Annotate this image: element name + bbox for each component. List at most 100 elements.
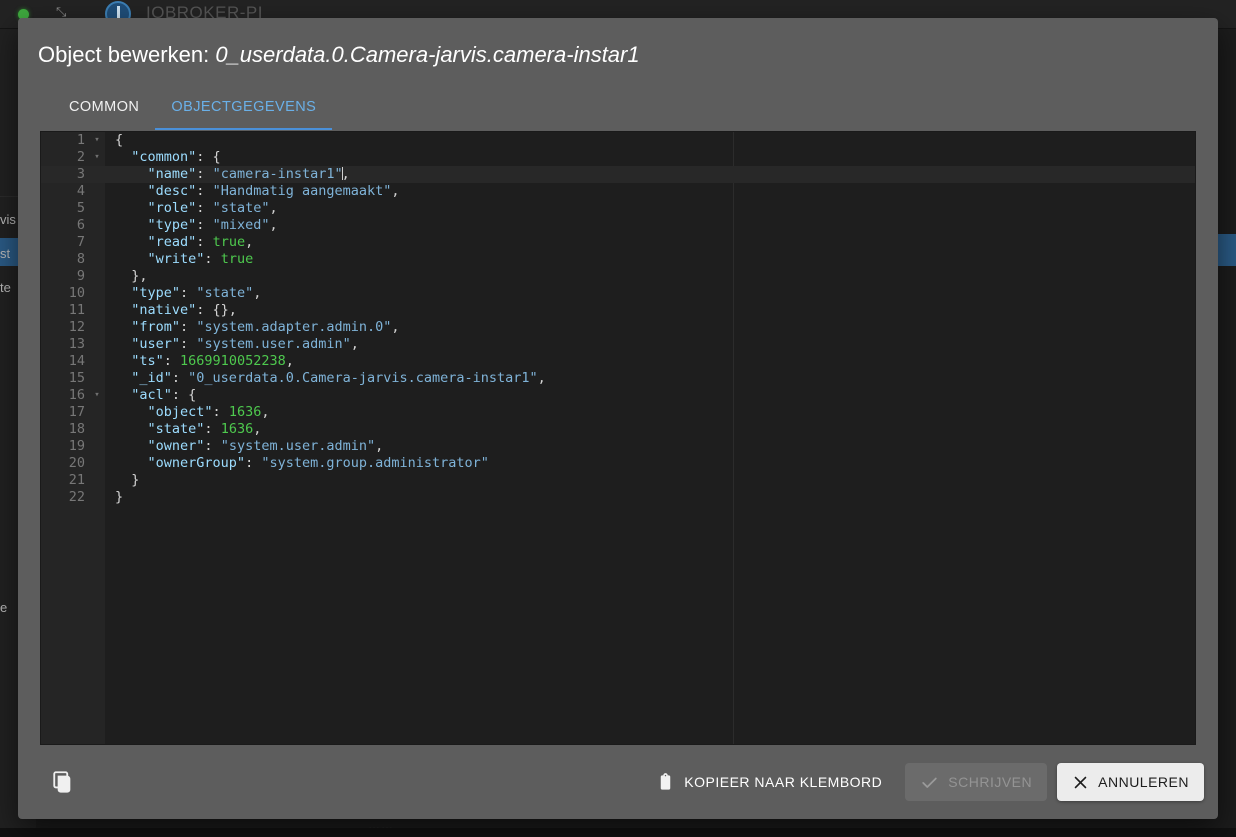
editor-line-number: 6 <box>76 217 85 233</box>
code-token: : <box>196 234 213 250</box>
editor-line-number: 13 <box>68 336 85 352</box>
code-token: : <box>245 455 262 471</box>
cancel-button[interactable]: ANNULEREN <box>1057 763 1204 801</box>
editor-line-text: "ownerGroup": "system.group.administrato… <box>115 455 489 472</box>
edit-object-dialog: Object bewerken: 0_userdata.0.Camera-jar… <box>18 18 1218 819</box>
editor-line-text: "acl": { <box>115 387 196 404</box>
editor-line[interactable]: 11 "native": {}, <box>41 302 1195 319</box>
code-token: "name" <box>147 166 197 182</box>
editor-line[interactable]: 10 "type": "state", <box>41 285 1195 302</box>
code-token: "0_userdata.0.Camera-jarvis.camera-insta… <box>188 370 538 386</box>
editor-line[interactable]: 15 "_id": "0_userdata.0.Camera-jarvis.ca… <box>41 370 1195 387</box>
editor-line-text: "write": true <box>115 251 254 268</box>
code-token: , <box>245 234 254 250</box>
json-editor[interactable]: 1 ▾{2 ▾ "common": {3 "name": "camera-insta… <box>40 131 1196 745</box>
editor-line-number: 2 <box>76 149 85 165</box>
code-token: "state" <box>147 421 205 437</box>
editor-line-number: 16 <box>68 387 85 403</box>
editor-line-text: } <box>115 472 139 489</box>
fold-toggle-icon[interactable]: ▾ <box>91 387 103 404</box>
code-token: , <box>341 166 350 182</box>
editor-line[interactable]: 18 "state": 1636, <box>41 421 1195 438</box>
background-bottom-bar <box>0 828 1236 837</box>
code-token: 1636 <box>220 421 254 437</box>
editor-line-number: 7 <box>76 234 85 250</box>
code-token: : <box>212 404 229 420</box>
code-token: "camera-instar1" <box>212 166 343 182</box>
editor-line-number: 8 <box>76 251 85 267</box>
editor-line[interactable]: 12 "from": "system.adapter.admin.0", <box>41 319 1195 336</box>
code-token: , <box>261 404 270 420</box>
editor-line-number: 15 <box>68 370 85 386</box>
save-button-label: SCHRIJVEN <box>948 774 1033 790</box>
dialog-footer: KOPIEER NAAR KLEMBORD SCHRIJVEN ANNULERE… <box>18 745 1218 819</box>
editor-line[interactable]: 1 ▾ { <box>41 132 1195 149</box>
editor-line-number: 10 <box>68 285 85 301</box>
editor-line[interactable]: 9 }, <box>41 268 1195 285</box>
close-icon <box>1072 774 1089 791</box>
editor-line-number: 4 <box>76 183 85 199</box>
code-token: "type" <box>147 217 197 233</box>
code-token: "desc" <box>147 183 197 199</box>
code-token: }, <box>131 268 148 284</box>
editor-line[interactable]: 21 } <box>41 472 1195 489</box>
editor-line[interactable]: 5 "role": "state", <box>41 200 1195 217</box>
editor-line[interactable]: 14 "ts": 1669910052238, <box>41 353 1195 370</box>
footer-left-actions <box>44 762 84 802</box>
copy-to-clipboard-label: KOPIEER NAAR KLEMBORD <box>684 774 883 790</box>
editor-line[interactable]: 4 "desc": "Handmatig aangemaakt", <box>41 183 1195 200</box>
dialog-tabs: COMMON OBJECTGEGEVENS <box>18 84 1218 131</box>
fold-toggle-icon[interactable]: ▾ <box>91 132 103 149</box>
code-token: 1669910052238 <box>180 353 286 369</box>
editor-line-number: 22 <box>68 489 85 505</box>
copy-to-clipboard-button[interactable]: KOPIEER NAAR KLEMBORD <box>641 763 897 801</box>
editor-line[interactable]: 16 ▾ "acl": { <box>41 387 1195 404</box>
dialog-object-id: 0_userdata.0.Camera-jarvis.camera-instar… <box>215 42 640 67</box>
tab-objectdata[interactable]: OBJECTGEGEVENS <box>155 84 333 130</box>
editor-line[interactable]: 6 "type": "mixed", <box>41 217 1195 234</box>
code-token: "role" <box>147 200 197 216</box>
editor-line[interactable]: 7 "read": true, <box>41 234 1195 251</box>
editor-line[interactable]: 17 "object": 1636, <box>41 404 1195 421</box>
editor-line-text: } <box>115 489 123 506</box>
code-token: "state" <box>196 285 254 301</box>
editor-line-text: { <box>115 132 123 149</box>
background-text-fragment: st <box>0 246 11 261</box>
background-text-fragment: e <box>0 600 8 615</box>
editor-line-number: 14 <box>68 353 85 369</box>
editor-scroll-area[interactable]: 1 ▾{2 ▾ "common": {3 "name": "camera-insta… <box>41 132 1195 744</box>
editor-line-number: 21 <box>68 472 85 488</box>
editor-line-number: 18 <box>68 421 85 437</box>
code-token: : <box>204 438 221 454</box>
editor-line[interactable]: 22} <box>41 489 1195 506</box>
code-token: , <box>391 319 400 335</box>
save-button[interactable]: SCHRIJVEN <box>905 763 1048 801</box>
code-token: "type" <box>131 285 181 301</box>
editor-line[interactable]: 19 "owner": "system.user.admin", <box>41 438 1195 455</box>
editor-line-text: "common": { <box>115 149 220 166</box>
code-token: , <box>285 353 294 369</box>
editor-line[interactable]: 13 "user": "system.user.admin", <box>41 336 1195 353</box>
code-token: : {}, <box>196 302 237 318</box>
code-token: "from" <box>131 319 181 335</box>
editor-line-number: 17 <box>68 404 85 420</box>
editor-code-content[interactable]: 1 ▾{2 ▾ "common": {3 "name": "camera-insta… <box>41 132 1195 506</box>
editor-line-number: 12 <box>68 319 85 335</box>
code-token: "system.user.admin" <box>196 336 351 352</box>
editor-line[interactable]: 8 "write": true <box>41 251 1195 268</box>
tab-common[interactable]: COMMON <box>53 84 155 130</box>
code-token: "ownerGroup" <box>147 455 246 471</box>
editor-line-text: "read": true, <box>115 234 254 251</box>
fold-toggle-icon[interactable]: ▾ <box>91 149 103 166</box>
code-token: : <box>196 166 213 182</box>
editor-line[interactable]: 3 "name": "camera-instar1", <box>41 166 1195 183</box>
background-text-fragment: vis <box>0 212 16 227</box>
copy-documents-icon[interactable] <box>44 762 84 802</box>
editor-line[interactable]: 20 "ownerGroup": "system.group.administr… <box>41 455 1195 472</box>
code-token: , <box>350 336 359 352</box>
code-token: "acl" <box>131 387 172 403</box>
code-token: : <box>204 421 221 437</box>
code-token: : <box>171 370 189 386</box>
editor-line[interactable]: 2 ▾ "common": { <box>41 149 1195 166</box>
code-token: : <box>180 285 197 301</box>
